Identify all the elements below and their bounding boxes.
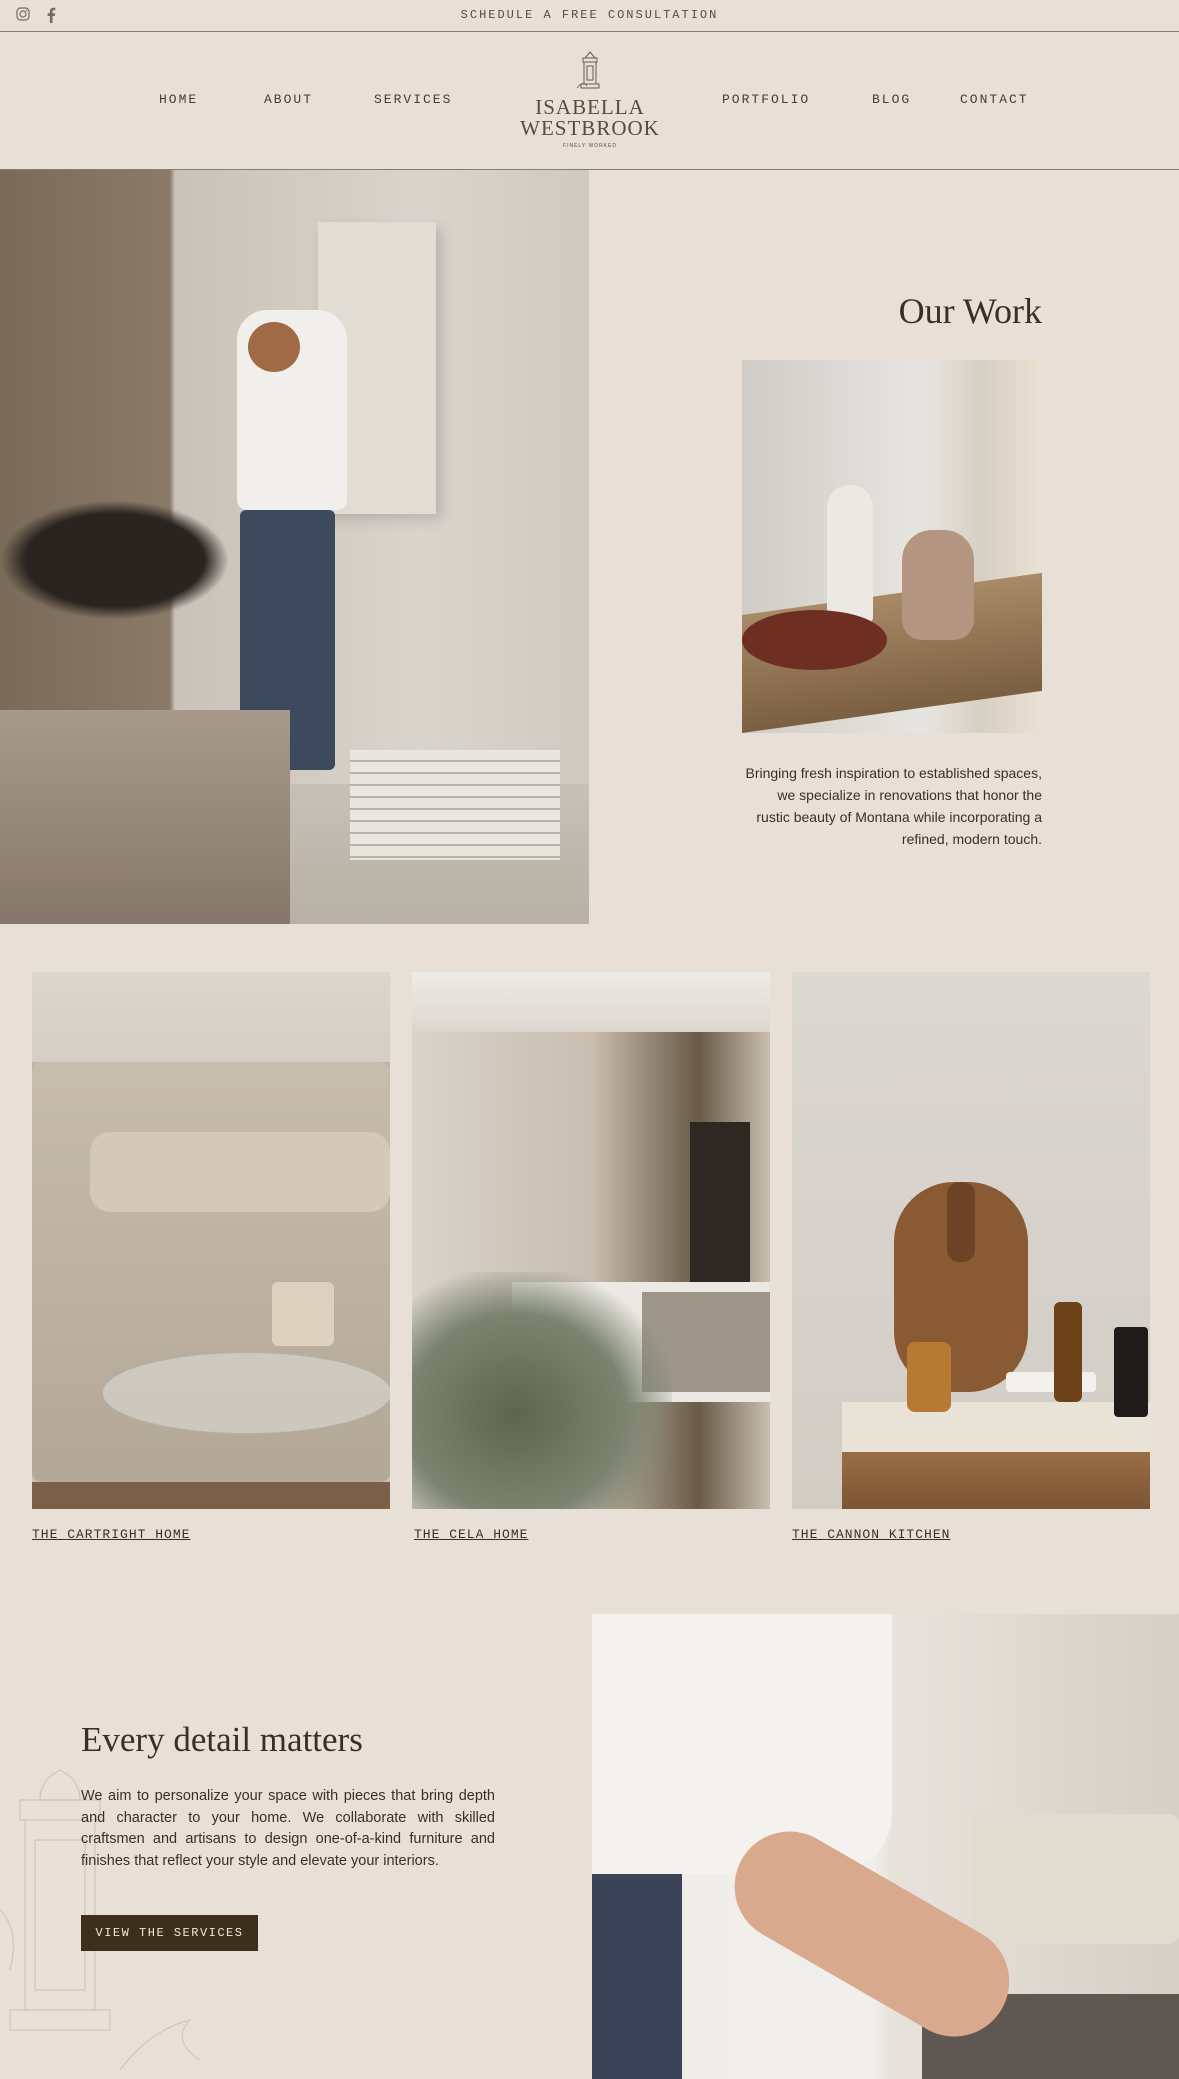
project-link-cannon[interactable]: THE CANNON KITCHEN [792,1527,950,1542]
lantern-logo-icon [576,51,600,89]
our-work-text: Bringing fresh inspiration to establishe… [745,765,1042,847]
designer-photo [592,1614,1179,2079]
project-photo-cartright[interactable] [32,972,390,1509]
logo[interactable]: ISABELLA WESTBROOK FINELY WORKED [520,50,660,149]
detail-heading: Every detail matters [81,1720,363,1759]
project-link-cela[interactable]: THE CELA HOME [414,1527,528,1542]
nav-portfolio[interactable]: PORTFOLIO [722,92,810,107]
view-services-button[interactable]: VIEW THE SERVICES [81,1915,258,1951]
nav-blog[interactable]: BLOG [872,92,911,107]
nav-home[interactable]: HOME [159,92,198,107]
nav-about[interactable]: ABOUT [264,92,313,107]
vases-photo [742,360,1042,733]
our-work-heading: Our Work [898,291,1042,331]
logo-line-2: WESTBROOK [520,116,660,140]
project-photo-cannon[interactable] [792,972,1150,1509]
project-link-cartright[interactable]: THE CARTRIGHT HOME [32,1527,190,1542]
nav-contact[interactable]: CONTACT [960,92,1029,107]
project-photo-cela[interactable] [412,972,770,1509]
consultation-link[interactable]: SCHEDULE A FREE CONSULTATION [0,8,1179,22]
hero-photo [0,170,589,924]
logo-line-1: ISABELLA [535,95,645,119]
detail-text: We aim to personalize your space with pi… [81,1788,495,1869]
logo-tagline: FINELY WORKED [563,143,617,149]
nav-services[interactable]: SERVICES [374,92,452,107]
top-bar: SCHEDULE A FREE CONSULTATION [0,0,1179,32]
site-header: HOME ABOUT SERVICES ISABELLA WESTBROOK F… [0,32,1179,170]
